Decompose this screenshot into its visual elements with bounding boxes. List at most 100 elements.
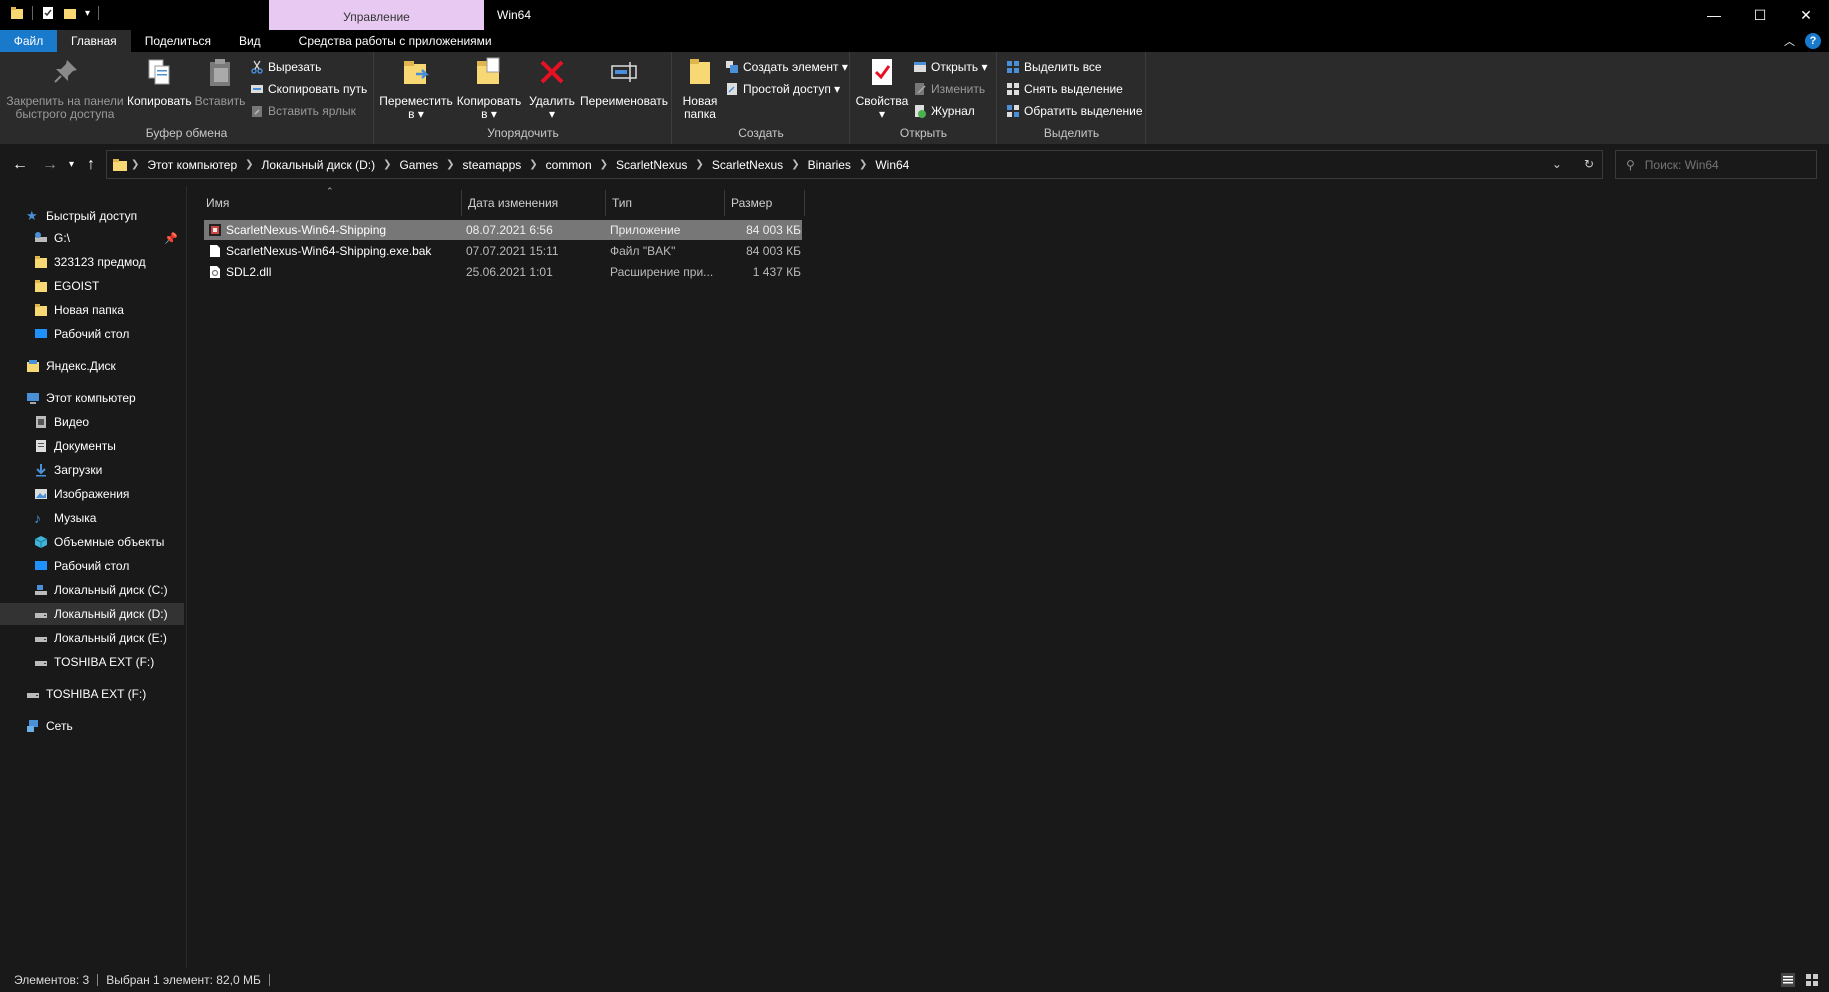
back-arrow-icon[interactable]: ←	[12, 156, 28, 174]
breadcrumb-steamapps[interactable]: steamapps	[455, 158, 530, 172]
collapse-ribbon-icon[interactable]: ︿	[1784, 33, 1795, 49]
nav-item-drive-c[interactable]: Локальный диск (C:)	[0, 579, 184, 601]
nav-item-folder[interactable]: Новая папка	[0, 299, 184, 321]
up-arrow-icon[interactable]: ↑	[87, 156, 95, 174]
file-row[interactable]: ScarletNexus-Win64-Shipping 08.07.2021 6…	[204, 220, 802, 240]
nav-item-desktop[interactable]: Рабочий стол	[0, 555, 184, 577]
column-header-date[interactable]: Дата изменения	[462, 190, 606, 216]
history-button[interactable]: Журнал	[913, 104, 975, 118]
pane-splitter[interactable]	[186, 186, 187, 968]
recent-dropdown-icon[interactable]: ▾	[69, 159, 74, 170]
nav-label: Видео	[54, 415, 90, 429]
nav-quick-access[interactable]: ★ Быстрый доступ	[0, 205, 184, 227]
address-dropdown-icon[interactable]: ⌄	[1552, 157, 1562, 171]
copy-button[interactable]: Копировать	[127, 56, 192, 108]
search-input[interactable]	[1642, 156, 1793, 173]
nav-item-folder[interactable]: EGOIST	[0, 275, 184, 297]
address-bar[interactable]: ❯ Этот компьютер ❯ Локальный диск (D:) ❯…	[106, 150, 1603, 179]
group-select: Выделить все Снять выделение Обратить вы…	[998, 52, 1146, 144]
nav-toshiba-drive[interactable]: TOSHIBA EXT (F:)	[0, 683, 184, 705]
help-icon[interactable]: ?	[1805, 33, 1821, 49]
breadcrumb-chevron-icon[interactable]: ❯	[695, 159, 703, 170]
invert-selection-button[interactable]: Обратить выделение	[1006, 104, 1143, 118]
nav-item-documents[interactable]: Документы	[0, 435, 184, 457]
breadcrumb-chevron-icon[interactable]: ❯	[383, 159, 391, 170]
new-item-button[interactable]: Создать элемент ▾	[725, 60, 848, 74]
folder-icon	[35, 256, 47, 268]
cut-button[interactable]: Вырезать	[250, 60, 321, 74]
tab-file[interactable]: Файл	[0, 30, 57, 52]
delete-button[interactable]: Удалить ▾	[527, 56, 577, 121]
nav-item-pictures[interactable]: Изображения	[0, 483, 184, 505]
nav-item-drive-e[interactable]: Локальный диск (E:)	[0, 627, 184, 649]
details-view-icon[interactable]	[1781, 973, 1795, 987]
breadcrumb-chevron-icon[interactable]: ❯	[131, 159, 139, 170]
nav-yandex-disk[interactable]: Яндекс.Диск	[0, 355, 184, 377]
search-box[interactable]: ⚲	[1615, 150, 1817, 179]
nav-item-g-drive[interactable]: G:\ 📌	[0, 227, 184, 249]
tab-home[interactable]: Главная	[57, 30, 131, 52]
maximize-icon[interactable]: ☐	[1737, 0, 1783, 30]
easy-access-button[interactable]: Простой доступ ▾	[725, 82, 840, 96]
nav-item-drive-f[interactable]: TOSHIBA EXT (F:)	[0, 651, 184, 673]
tab-view[interactable]: Вид	[225, 30, 275, 52]
select-none-button[interactable]: Снять выделение	[1006, 82, 1123, 96]
copy-to-label-2: в ▾	[481, 107, 497, 121]
refresh-icon[interactable]: ↻	[1584, 157, 1594, 171]
breadcrumb-chevron-icon[interactable]: ❯	[600, 159, 608, 170]
file-row[interactable]: SDL2.dll 25.06.2021 1:01 Расширение при.…	[204, 262, 802, 282]
breadcrumb-common[interactable]: common	[538, 158, 600, 172]
column-header-size[interactable]: Размер	[725, 190, 805, 216]
breadcrumb-chevron-icon[interactable]: ❯	[791, 159, 799, 170]
nav-item-3d-objects[interactable]: Объемные объекты	[0, 531, 184, 553]
open-button[interactable]: Открыть ▾	[913, 60, 987, 74]
manage-context-tab[interactable]: Управление	[269, 0, 484, 30]
file-row[interactable]: ScarletNexus-Win64-Shipping.exe.bak 07.0…	[204, 241, 802, 261]
forward-arrow-icon[interactable]: →	[42, 156, 58, 174]
nav-item-downloads[interactable]: Загрузки	[0, 459, 184, 481]
edit-button[interactable]: Изменить	[913, 82, 985, 96]
copy-path-button[interactable]: Скопировать путь	[250, 82, 367, 96]
breadcrumb-binaries[interactable]: Binaries	[800, 158, 859, 172]
select-all-button[interactable]: Выделить все	[1006, 60, 1102, 74]
copy-to-button[interactable]: Копировать в ▾	[453, 56, 525, 121]
qat-dropdown-icon[interactable]: ▾	[85, 8, 90, 19]
drive-icon	[27, 693, 39, 698]
video-icon	[36, 416, 46, 428]
new-folder-button[interactable]: Новая папка	[677, 56, 723, 121]
breadcrumb-scarletnexus-2[interactable]: ScarletNexus	[704, 158, 791, 172]
breadcrumb-drive-d[interactable]: Локальный диск (D:)	[254, 158, 384, 172]
new-folder-icon[interactable]	[63, 6, 77, 20]
breadcrumb-scarletnexus[interactable]: ScarletNexus	[608, 158, 695, 172]
pin-quick-access-button[interactable]: Закрепить на панели быстрого доступа	[6, 56, 124, 121]
breadcrumb-games[interactable]: Games	[391, 158, 446, 172]
breadcrumb-chevron-icon[interactable]: ❯	[446, 159, 454, 170]
paste-button[interactable]: Вставить	[194, 56, 246, 108]
rename-button[interactable]: Переименовать	[579, 56, 669, 108]
group-organize: Переместить в ▾ Копировать в ▾ Удалить ▾…	[375, 52, 672, 144]
close-icon[interactable]: ✕	[1783, 0, 1829, 30]
paste-shortcut-button[interactable]: Вставить ярлык	[250, 104, 356, 118]
nav-item-folder[interactable]: 323123 предмод	[0, 251, 184, 273]
move-to-button[interactable]: Переместить в ▾	[379, 56, 453, 121]
column-header-type[interactable]: Тип	[606, 190, 725, 216]
nav-item-videos[interactable]: Видео	[0, 411, 184, 433]
minimize-icon[interactable]: —	[1691, 0, 1737, 30]
breadcrumb-win64[interactable]: Win64	[867, 158, 917, 172]
breadcrumb-chevron-icon[interactable]: ❯	[529, 159, 537, 170]
nav-item-drive-d[interactable]: Локальный диск (D:)	[0, 603, 184, 625]
nav-item-music[interactable]: ♪ Музыка	[0, 507, 184, 529]
pin-icon[interactable]: 📌	[164, 232, 178, 245]
breadcrumb-chevron-icon[interactable]: ❯	[245, 159, 253, 170]
properties-icon[interactable]	[41, 6, 55, 20]
breadcrumb-this-pc[interactable]: Этот компьютер	[139, 158, 245, 172]
column-header-name[interactable]: Имя	[200, 190, 462, 216]
nav-item-desktop[interactable]: Рабочий стол	[0, 323, 184, 345]
tab-app-tools[interactable]: Средства работы с приложениями	[285, 30, 506, 52]
large-icons-view-icon[interactable]	[1805, 973, 1819, 987]
tab-share[interactable]: Поделиться	[131, 30, 225, 52]
breadcrumb-chevron-icon[interactable]: ❯	[859, 159, 867, 170]
nav-this-pc[interactable]: Этот компьютер	[0, 387, 184, 409]
properties-button[interactable]: Свойства ▾	[855, 56, 909, 121]
nav-network[interactable]: Сеть	[0, 715, 184, 737]
